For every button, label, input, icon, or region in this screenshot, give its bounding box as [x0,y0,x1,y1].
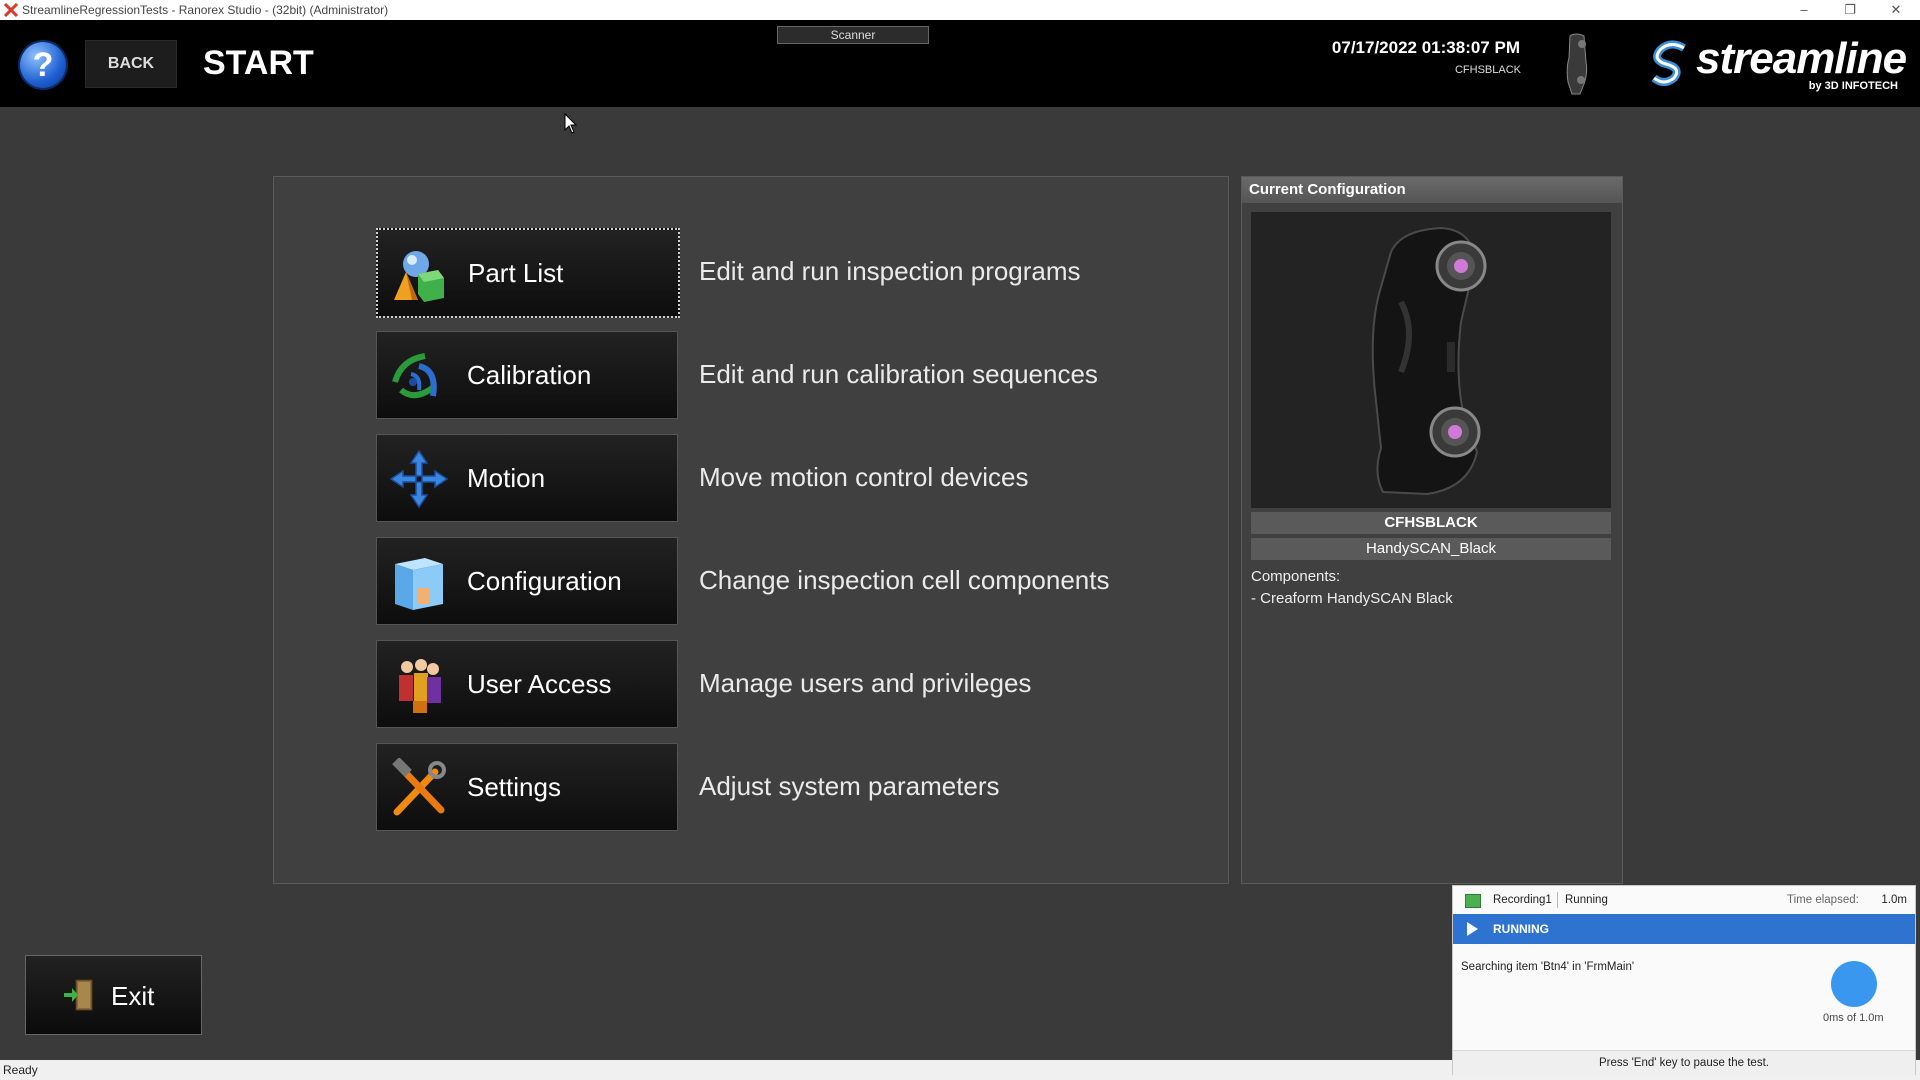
user-access-label: User Access [467,669,612,699]
status-text: Ready [3,1063,38,1077]
run-state: Running [1565,894,1608,906]
runner-message: Searching item 'Btn4' in 'FrmMain' [1461,961,1635,973]
scanner-label: Scanner [777,26,929,44]
part-list-button[interactable]: Part List [376,228,680,318]
recording-icon [1465,894,1481,908]
app-header: ? BACK START Scanner 07/17/2022 01:38:07… [0,20,1920,107]
logo-wordmark: streamline [1696,34,1907,83]
configuration-button[interactable]: Configuration [376,537,678,625]
runner-timer: 0ms of 1.0m [1823,1012,1884,1024]
ranorex-app-icon [4,3,18,17]
current-configuration-panel: Current Configuration CFHSBLACK HandySCA… [1241,176,1623,884]
device-id: CFHSBLACK [1454,64,1521,76]
exit-button[interactable]: Exit [25,955,202,1035]
user-access-description: Manage users and privileges [699,668,1032,698]
calibration-label: Calibration [467,360,592,390]
configuration-cube-icon [395,558,443,610]
calibration-button[interactable]: Calibration [376,331,678,419]
window-titlebar: StreamlineRegressionTests - Ranorex Stud… [0,0,1920,20]
logo-byline: by 3D INFOTECH [1808,80,1898,92]
play-icon [1467,922,1478,936]
menu-row-user-access: User Access Manage users and privileges [376,640,1276,728]
components-title: Components: [1251,568,1341,585]
handyscan-image-icon [1371,226,1487,496]
motion-button[interactable]: Motion [376,434,678,522]
configuration-label: Configuration [467,566,622,596]
running-label: RUNNING [1493,922,1549,936]
time-elapsed-value: 1.0m [1881,894,1907,906]
time-elapsed-label: Time elapsed: [1787,894,1859,906]
scanner-image [1251,212,1611,508]
restore-button[interactable]: ❐ [1830,0,1870,20]
exit-door-icon [64,979,93,1011]
datetime: 07/17/2022 01:38:07 PM [1331,38,1520,57]
runner-footer: Press 'End' key to pause the test. [1453,1050,1915,1075]
close-button[interactable]: ✕ [1876,0,1916,20]
user-access-button[interactable]: User Access [376,640,678,728]
menu-row-part-list: Part List Edit and run inspection progra… [376,228,1276,318]
component-item: - Creaform HandySCAN Black [1251,590,1453,607]
menu-row-calibration: Calibration Edit and run calibration seq… [376,331,1276,419]
back-button[interactable]: BACK [85,40,177,88]
users-icon [399,659,441,713]
page-title: START [203,44,314,82]
configuration-description: Change inspection cell components [699,565,1110,595]
recording-name: Recording1 [1493,894,1552,906]
config-header: Current Configuration [1242,177,1622,203]
config-model: HandySCAN_Black [1251,538,1611,560]
minimize-button[interactable]: – [1784,0,1824,20]
motion-label: Motion [467,463,546,493]
help-button[interactable]: ? [20,42,66,88]
progress-indicator [1831,961,1877,1007]
motion-arrows-icon [389,449,449,509]
separator [1557,892,1558,908]
tools-icon [392,758,446,816]
start-menu-panel: Part List Edit and run inspection progra… [273,176,1229,884]
settings-button[interactable]: Settings [376,743,678,831]
settings-description: Adjust system parameters [699,771,1000,801]
ranorex-runner-panel: Recording1 Running Time elapsed: 1.0m RU… [1452,885,1916,1075]
calibration-icon [392,353,437,399]
streamline-logo-icon [1651,40,1686,86]
config-name: CFHSBLACK [1251,512,1611,534]
menu-row-settings: Settings Adjust system parameters [376,743,1276,831]
part-list-label: Part List [468,258,564,288]
calibration-description: Edit and run calibration sequences [699,359,1098,389]
mouse-cursor-icon [564,113,578,134]
running-bar[interactable]: RUNNING [1453,914,1915,944]
scanner-thumbnail-icon [1566,33,1588,95]
streamline-logo: streamline by 3D INFOTECH [1648,34,1907,94]
runner-header: Recording1 Running Time elapsed: 1.0m [1453,886,1915,914]
motion-description: Move motion control devices [699,462,1029,492]
exit-label: Exit [111,981,155,1011]
menu-row-motion: Motion Move motion control devices [376,434,1276,522]
part-list-icon [394,251,444,302]
menu-row-configuration: Configuration Change inspection cell com… [376,537,1276,625]
part-list-description: Edit and run inspection programs [699,256,1081,286]
settings-label: Settings [467,772,561,802]
window-title: StreamlineRegressionTests - Ranorex Stud… [22,3,389,17]
